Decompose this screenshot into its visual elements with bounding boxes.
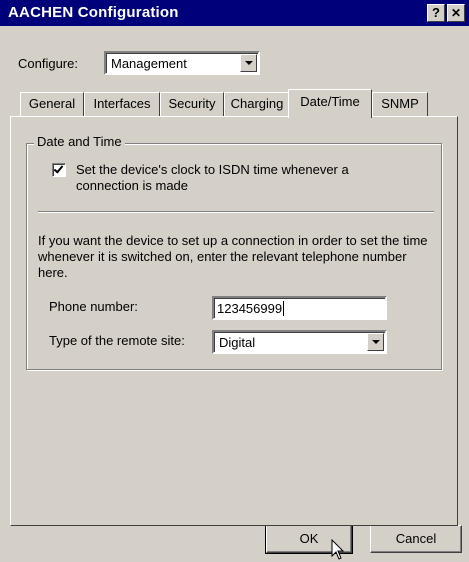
configure-label: Configure: xyxy=(18,56,78,71)
isdn-time-checkbox[interactable] xyxy=(52,163,66,177)
remote-site-select[interactable]: Digital xyxy=(212,330,387,354)
text-caret xyxy=(283,301,285,316)
remote-site-value: Digital xyxy=(219,335,256,350)
phone-number-label: Phone number: xyxy=(49,299,138,314)
help-button[interactable]: ? xyxy=(427,4,445,22)
configure-value: Management xyxy=(111,56,187,71)
mouse-pointer-icon xyxy=(331,539,345,560)
tab-interfaces[interactable]: Interfaces xyxy=(84,92,160,116)
phone-number-input[interactable]: 123456999 xyxy=(212,296,387,320)
config-dialog: AACHEN Configuration ? ✕ Configure: Mana… xyxy=(0,0,469,562)
window-title: AACHEN Configuration xyxy=(8,4,179,21)
info-text: If you want the device to set up a conne… xyxy=(38,233,428,280)
tab-general[interactable]: General xyxy=(20,92,84,116)
tab-charging[interactable]: Charging xyxy=(224,92,290,116)
configure-select[interactable]: Management xyxy=(104,51,260,75)
group-title: Date and Time xyxy=(34,134,125,149)
checkmark-icon xyxy=(53,163,64,174)
chevron-down-icon[interactable] xyxy=(240,54,257,72)
tab-snmp[interactable]: SNMP xyxy=(372,92,428,116)
phone-number-value: 123456999 xyxy=(217,301,283,316)
chevron-down-icon[interactable] xyxy=(367,333,384,351)
isdn-time-label[interactable]: Set the device's clock to ISDN time when… xyxy=(76,162,396,194)
divider xyxy=(38,211,434,213)
tab-date-time[interactable]: Date/Time xyxy=(288,89,372,118)
title-bar: AACHEN Configuration ? ✕ xyxy=(0,0,469,26)
tab-security[interactable]: Security xyxy=(160,92,224,116)
remote-site-label: Type of the remote site: xyxy=(49,333,185,348)
cancel-button[interactable]: Cancel xyxy=(370,525,462,553)
close-button[interactable]: ✕ xyxy=(447,4,465,22)
